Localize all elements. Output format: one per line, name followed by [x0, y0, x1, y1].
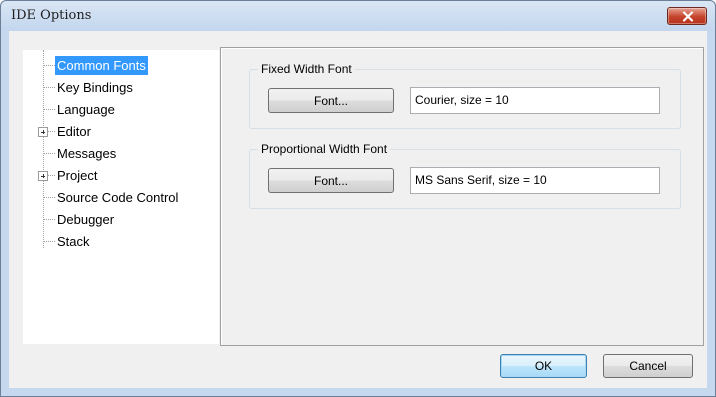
- tree-item-project[interactable]: Project: [23, 166, 219, 185]
- ide-options-dialog: IDE Options Common Fonts Key Bindings La…: [0, 0, 716, 397]
- proportional-width-font-group: Proportional Width Font Font... MS Sans …: [249, 142, 681, 209]
- tree-item-source-code-control[interactable]: Source Code Control: [23, 188, 219, 207]
- expand-plus-icon[interactable]: [38, 127, 48, 137]
- proportional-font-field[interactable]: MS Sans Serif, size = 10: [410, 167, 660, 194]
- tree-item-messages[interactable]: Messages: [23, 144, 219, 163]
- tree-item-label: Project: [57, 168, 98, 183]
- close-icon: [682, 11, 694, 22]
- expand-plus-icon[interactable]: [38, 171, 48, 181]
- tree-item-language[interactable]: Language: [23, 100, 219, 119]
- tree-item-editor[interactable]: Editor: [23, 122, 219, 141]
- proportional-font-button[interactable]: Font...: [268, 168, 394, 193]
- fixed-width-font-group: Fixed Width Font Font... Courier, size =…: [249, 62, 681, 129]
- tree-item-label: Language: [57, 102, 115, 117]
- dialog-client-area: Common Fonts Key Bindings Language Edito…: [9, 31, 707, 388]
- tree-item-label: Key Bindings: [57, 80, 133, 95]
- ok-button[interactable]: OK: [500, 354, 587, 378]
- tree-item-label: Debugger: [57, 212, 115, 227]
- group-title: Proportional Width Font: [258, 142, 391, 156]
- tree-item-debugger[interactable]: Debugger: [23, 210, 219, 229]
- window-title: IDE Options: [11, 8, 92, 23]
- cancel-button[interactable]: Cancel: [603, 354, 693, 378]
- options-tree[interactable]: Common Fonts Key Bindings Language Edito…: [23, 50, 219, 344]
- fixed-font-field[interactable]: Courier, size = 10: [410, 87, 660, 114]
- tree-item-label: Stack: [57, 234, 90, 249]
- group-title: Fixed Width Font: [258, 62, 355, 76]
- tree-item-label: Editor: [57, 124, 91, 139]
- tree-item-key-bindings[interactable]: Key Bindings: [23, 78, 219, 97]
- title-bar[interactable]: IDE Options: [1, 1, 715, 31]
- options-panel: Fixed Width Font Font... Courier, size =…: [220, 47, 704, 346]
- tree-item-label: Common Fonts: [55, 56, 148, 75]
- tree-item-stack[interactable]: Stack: [23, 232, 219, 251]
- close-button[interactable]: [667, 7, 707, 25]
- tree-item-common-fonts[interactable]: Common Fonts: [23, 56, 219, 75]
- tree-item-label: Source Code Control: [57, 190, 179, 205]
- tree-item-label: Messages: [57, 146, 117, 161]
- fixed-font-button[interactable]: Font...: [268, 88, 394, 113]
